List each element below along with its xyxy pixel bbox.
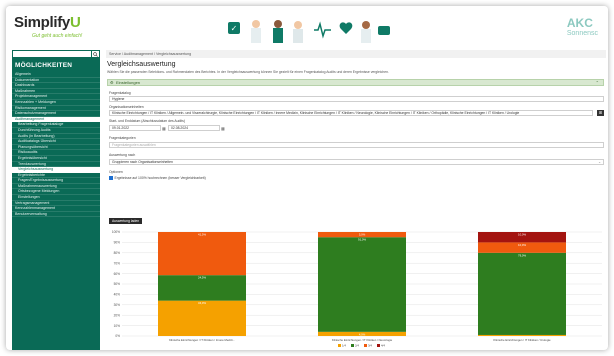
option-label: Ergebnisse auf 100% hochrechnen (besser … <box>114 176 206 180</box>
logo[interactable]: SimplifyU <box>14 14 81 31</box>
y-tick-label: 70% <box>114 261 121 265</box>
auswertung-select[interactable]: Gruppieren nach Organisationseinheiten ⌄ <box>109 159 604 165</box>
auswertung-value: Gruppieren nach Organisationseinheiten <box>112 160 173 164</box>
start-date-input[interactable]: 09.01.2022 <box>109 125 161 131</box>
x-tick-label: Klinische Einrichtungen / IT Kliniken / … <box>332 338 393 342</box>
gear-icon: ⚙ <box>110 80 114 85</box>
header: SimplifyU Gut geht auch einfach! ✓ AKC S… <box>6 6 608 48</box>
bar-segment <box>158 232 246 276</box>
data-label: 5,0% <box>359 233 366 237</box>
fragenkatalog-value: Hygiene <box>112 97 125 101</box>
data-label: 79,0% <box>518 253 526 257</box>
bar-segment <box>478 334 566 336</box>
auswertung-label: Auswertung nach <box>109 153 136 157</box>
brand-logo: AKC Sonnensc <box>567 16 598 37</box>
legend-swatch <box>377 344 380 347</box>
tree-icon: ⊞ <box>598 110 603 115</box>
brand-line2: Sonnensc <box>566 30 598 37</box>
sidebar-menu: Allgemein Dokumentation Dashboards Maßnahme… <box>12 72 100 218</box>
legend-label: 2/4 <box>355 344 359 348</box>
breadcrumb[interactable]: Service / Auditmanagement / Vergleichsau… <box>106 50 606 58</box>
y-tick-label: 90% <box>114 241 121 245</box>
y-tick-label: 50% <box>114 282 121 286</box>
checkbox[interactable] <box>109 176 113 180</box>
page-description: Wählen Sie die passenden Selektions- und… <box>107 70 389 74</box>
bar-segment <box>318 237 406 332</box>
data-label: 41,5% <box>198 233 206 237</box>
bar-segment <box>158 300 246 336</box>
y-tick-label: 30% <box>114 303 121 307</box>
end-date-value: 02.08.2024 <box>171 126 188 130</box>
org-label: Organisationseinheiten <box>109 105 144 109</box>
period-label: Start- und Enddatum (Abschlussdatum des … <box>109 119 185 123</box>
stacked-bar-chart: 100% 90% 80% 70% 60% 50% 40% 30% 20% 10% 0% 34,0% 24… <box>112 230 602 348</box>
comparison-chart: 100% 90% 80% 70% 60% 50% 40% 30% 20% 10% 0% 34,0% 24… <box>108 230 606 348</box>
search-icon <box>93 51 98 57</box>
chevron-down-icon: ⌄ <box>598 160 601 164</box>
legend-swatch <box>364 344 367 347</box>
header-illustration: ✓ <box>226 16 396 44</box>
legend-label: 3/4 <box>368 344 372 348</box>
fragenkategorien-label: Fragenkategorien <box>109 136 136 140</box>
fragenkatalog-label: Fragenkatalog <box>109 91 131 95</box>
x-tick-label: Klinische Einrichtungen / IT Kliniken / … <box>493 338 551 342</box>
load-evaluation-button[interactable]: Auswertung laden <box>109 218 143 224</box>
org-picker-button[interactable]: ⊞ <box>597 110 604 116</box>
brand-line1: AKC <box>566 16 593 30</box>
settings-label: Einstellungen <box>116 80 141 85</box>
main-content: Service / Auditmanagement / Vergleichsau… <box>106 50 608 350</box>
y-tick-label: 40% <box>114 293 121 297</box>
search-input[interactable] <box>13 51 91 57</box>
y-tick-label: 20% <box>114 313 121 317</box>
optionen-label: Optionen <box>109 170 123 174</box>
settings-panel-header[interactable]: ⚙ Einstellungen ⌃ <box>107 79 604 86</box>
search-button[interactable] <box>92 51 99 57</box>
legend-label: 4/4 <box>381 344 385 348</box>
tagline: Gut geht auch einfach! <box>32 33 83 39</box>
data-label: 91,0% <box>358 238 366 242</box>
data-label: 10,0% <box>518 243 526 247</box>
sidebar: MÖGLICHKEITEN Allgemein Dokumentation Dash… <box>12 50 100 350</box>
y-tick-label: 100% <box>112 230 120 234</box>
sidebar-search <box>13 51 99 57</box>
data-label: 34,0% <box>198 301 206 305</box>
logo-accent: U <box>69 14 81 31</box>
chevron-up-icon: ⌃ <box>595 80 599 85</box>
legend-swatch <box>351 344 354 347</box>
x-tick-label: Klinische Einrichtungen / IT Kliniken / … <box>169 338 235 342</box>
legend-swatch <box>338 344 341 347</box>
logo-text: Simplify <box>14 14 70 31</box>
sidebar-item[interactable]: Benutzerverwaltung <box>12 212 100 218</box>
page-title: Vergleichsauswertung <box>107 61 176 68</box>
data-label: 4,0% <box>359 332 366 336</box>
calendar-icon[interactable]: ▦ <box>221 126 225 131</box>
svg-text:✓: ✓ <box>231 24 238 33</box>
start-date-value: 09.01.2022 <box>112 126 129 130</box>
data-label: 24,5% <box>198 276 206 280</box>
app-window: SimplifyU Gut geht auch einfach! ✓ AKC S… <box>6 6 608 350</box>
option-row: Ergebnisse auf 100% hochrechnen (besser … <box>109 176 206 180</box>
fragenkategorien-placeholder: Fragenkategorien auswählen <box>112 143 156 147</box>
fragenkatalog-select[interactable]: Hygiene <box>109 96 604 102</box>
fragenkategorien-select[interactable]: Fragenkategorien auswählen <box>109 142 604 148</box>
bar-segment <box>478 252 566 335</box>
legend-label: 1/4 <box>342 344 346 348</box>
doctors-illustration-icon: ✓ <box>228 20 390 43</box>
calendar-icon[interactable]: ▦ <box>162 126 166 131</box>
data-label: 10,0% <box>518 233 526 237</box>
y-tick-label: 10% <box>114 324 121 328</box>
y-tick-label: 0% <box>115 334 120 338</box>
org-select[interactable]: Klinische Einrichtungen / IT Kliniken / … <box>109 110 593 116</box>
y-tick-label: 80% <box>114 251 121 255</box>
org-value: Klinische Einrichtungen / IT Kliniken / … <box>112 111 520 115</box>
y-tick-label: 60% <box>114 272 121 276</box>
end-date-input[interactable]: 02.08.2024 <box>168 125 220 131</box>
sidebar-title: MÖGLICHKEITEN <box>15 62 73 69</box>
